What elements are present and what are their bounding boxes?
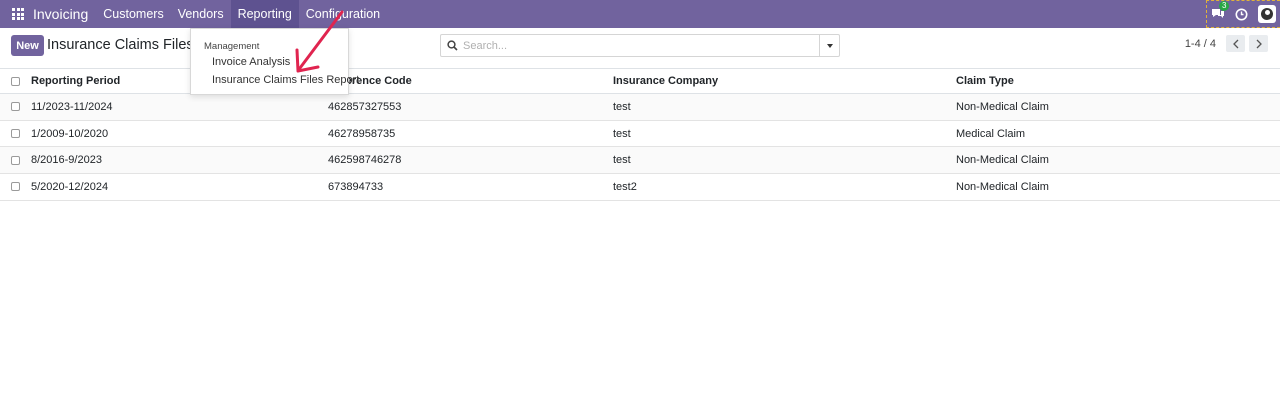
chat-count-badge: 3 <box>1219 1 1230 11</box>
cell-reporting-period: 11/2023-11/2024 <box>31 100 113 113</box>
pager-next-button[interactable] <box>1249 35 1268 52</box>
systray: 3 <box>1206 0 1280 28</box>
cell-reference-code: 462598746278 <box>328 154 402 167</box>
cell-reference-code: 46278958735 <box>328 127 396 140</box>
apps-grid-icon[interactable] <box>4 0 32 28</box>
search-input[interactable] <box>463 39 819 52</box>
app-brand[interactable]: Invoicing <box>33 6 88 22</box>
table-row[interactable]: 8/2016-9/2023 462598746278 test Non-Medi… <box>0 146 1280 174</box>
pager: 1-4 / 4 <box>1185 35 1268 52</box>
search-options-toggle[interactable] <box>819 35 839 56</box>
row-checkbox[interactable] <box>11 155 20 165</box>
systray-highlight: 3 <box>1206 0 1280 28</box>
pager-value[interactable]: 1-4 / 4 <box>1185 38 1216 50</box>
menu-configuration[interactable]: Configuration <box>299 0 387 28</box>
menu-item-insurance-claims-report[interactable]: Insurance Claims Files Report <box>212 74 359 86</box>
cell-reference-code: 462857327553 <box>328 100 402 113</box>
row-checkbox[interactable] <box>11 102 20 112</box>
cell-insurance-company: test2 <box>613 180 637 193</box>
table-row[interactable]: 5/2020-12/2024 673894733 test2 Non-Medic… <box>0 174 1280 201</box>
table-row[interactable]: 11/2023-11/2024 462857327553 test Non-Me… <box>0 93 1280 121</box>
cell-reporting-period: 1/2009-10/2020 <box>31 127 109 140</box>
cell-insurance-company: test <box>613 100 631 113</box>
cell-claim-type: Non-Medical Claim <box>956 154 1049 167</box>
menu-reporting[interactable]: Reporting <box>230 0 299 28</box>
chat-icon[interactable]: 3 <box>1211 1 1230 21</box>
menu-item-invoice-analysis[interactable]: Invoice Analysis <box>212 56 290 68</box>
select-all-checkbox[interactable] <box>11 76 20 86</box>
table-row[interactable]: 1/2009-10/2020 46278958735 test Medical … <box>0 120 1280 147</box>
pager-previous-button[interactable] <box>1226 35 1245 52</box>
cell-reporting-period: 5/2020-12/2024 <box>31 180 109 193</box>
new-button[interactable]: New <box>11 35 44 56</box>
column-reference-code[interactable]: Reference Code <box>328 69 613 94</box>
top-navbar: Invoicing Customers Vendors Reporting Co… <box>0 0 1280 28</box>
column-insurance-company[interactable]: Insurance Company <box>613 69 956 94</box>
cell-reference-code: 673894733 <box>328 180 384 193</box>
clock-icon[interactable] <box>1235 8 1248 21</box>
row-checkbox[interactable] <box>11 129 20 139</box>
caret-down-icon <box>826 43 833 48</box>
cell-claim-type: Non-Medical Claim <box>956 100 1049 113</box>
dropdown-section-header: Management <box>204 41 260 52</box>
row-checkbox[interactable] <box>11 182 20 192</box>
menu-vendors[interactable]: Vendors <box>171 0 231 28</box>
search-bar <box>440 34 840 57</box>
cell-claim-type: Non-Medical Claim <box>956 180 1049 193</box>
cell-reporting-period: 8/2016-9/2023 <box>31 154 102 167</box>
user-avatar[interactable] <box>1258 5 1276 23</box>
chevron-right-icon <box>1256 39 1262 48</box>
cell-insurance-company: test <box>613 127 631 140</box>
search-icon <box>441 40 463 51</box>
chevron-left-icon <box>1232 39 1238 48</box>
reporting-dropdown-menu: Management Invoice Analysis Insurance Cl… <box>190 28 359 95</box>
cell-claim-type: Medical Claim <box>956 127 1026 140</box>
column-claim-type[interactable]: Claim Type <box>956 69 1280 94</box>
menu-customers[interactable]: Customers <box>96 0 170 28</box>
cell-insurance-company: test <box>613 154 631 167</box>
